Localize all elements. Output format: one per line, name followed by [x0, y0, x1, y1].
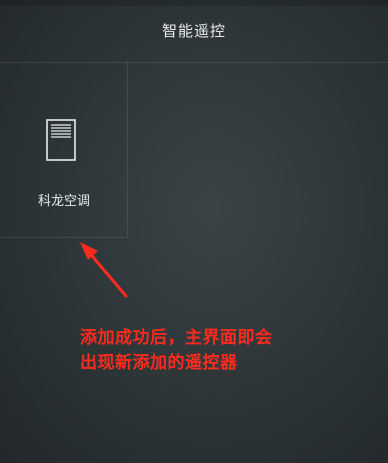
app-header: 智能遥控	[0, 0, 388, 63]
annotation-line-2: 出现新添加的遥控器	[80, 353, 238, 373]
annotation-line-1: 添加成功后，主界面即会	[80, 328, 273, 348]
device-card-kelon-ac[interactable]: 科龙空调	[0, 62, 128, 238]
device-label: 科龙空调	[37, 194, 90, 209]
air-conditioner-icon	[46, 119, 76, 161]
annotation-text: 添加成功后，主界面即会 出现新添加的遥控器	[80, 326, 380, 376]
page-title: 智能遥控	[161, 22, 226, 40]
